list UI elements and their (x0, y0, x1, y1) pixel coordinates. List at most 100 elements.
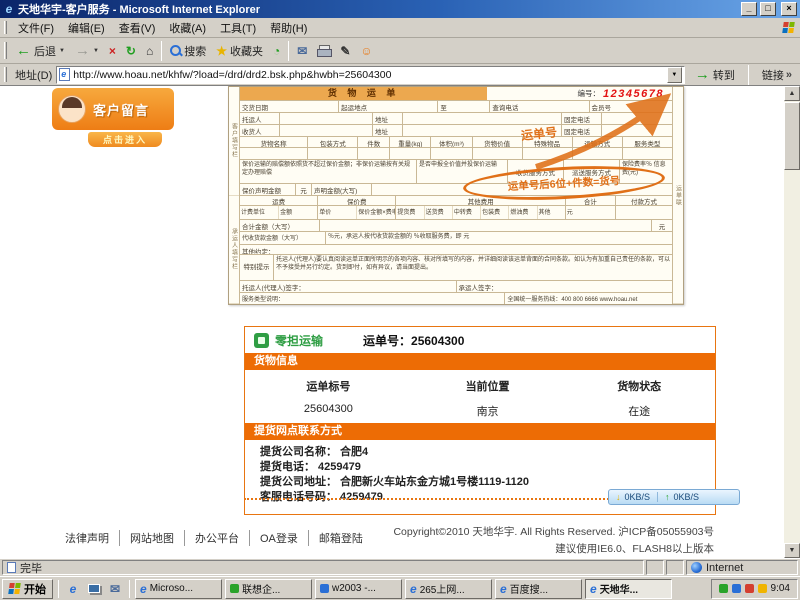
search-button[interactable]: 搜索 (165, 40, 211, 62)
waybill-cell: 固定电话 (562, 113, 602, 124)
menu-item-edit[interactable]: 编辑(E) (61, 18, 112, 38)
waybill-row: 合计金额（大写） 元 (240, 219, 672, 231)
waybill-row: 货物名称 包装方式 件数 重量(kg) 体积(m³) 货物价值 特殊物品 运输方… (240, 136, 672, 147)
task-button-265[interactable]: e 265上网... (405, 579, 492, 599)
links-band[interactable]: 链接 » (756, 67, 798, 83)
task-label: Microso... (150, 583, 193, 594)
menu-item-file[interactable]: 文件(F) (11, 18, 61, 38)
favorites-label: 收藏夹 (230, 43, 263, 59)
quicklaunch-show-desktop-icon[interactable] (85, 580, 103, 598)
toolbar-grip[interactable] (4, 42, 7, 60)
waybill-side-label: 运单联 (673, 87, 683, 304)
go-button[interactable]: → 转到 (689, 67, 741, 83)
menu-item-favorites[interactable]: 收藏(A) (162, 18, 213, 38)
task-label: w2003 -... (332, 583, 376, 594)
waybill-cell-empty (602, 125, 672, 136)
waybill-cell: 服务类型 (623, 137, 672, 147)
quicklaunch-mail-icon[interactable]: ✉ (106, 580, 124, 598)
waybill-cell-empty (602, 113, 672, 124)
messenger-button[interactable]: ☺ (355, 40, 377, 62)
waybill-cell: 派送服务方式 (564, 160, 620, 183)
favorites-button[interactable]: ★ 收藏夹 (211, 40, 268, 62)
menubar-grip[interactable] (4, 21, 7, 34)
waybill-row: 托运人(代理人)签字： 承运人签字： (240, 280, 672, 292)
desktop-icon (88, 584, 100, 593)
waybill-subcell: 单价 (318, 206, 357, 219)
addressbar-separator (748, 65, 749, 85)
status-text: 完毕 (20, 560, 42, 576)
minimize-button[interactable]: _ (741, 2, 757, 16)
waybill-row: 服务类型说明： 全国统一服务热线：400 800 6666 www.hoau.n… (240, 292, 672, 304)
banner-title: 客户留言 (93, 100, 149, 119)
tray-icon-1[interactable] (719, 584, 728, 593)
stop-icon: × (109, 45, 116, 57)
history-button[interactable]: ◔ (268, 40, 285, 62)
maximize-button[interactable]: □ (760, 2, 776, 16)
col-header-waybill: 运单标号 (245, 378, 412, 394)
banner-image[interactable]: 客户留言 (52, 88, 174, 130)
addressbar-grip[interactable] (4, 67, 7, 82)
waybill-cell: 合计金额（大写） (240, 220, 320, 231)
home-button[interactable]: ⌂ (141, 40, 158, 62)
address-input[interactable]: ▼ (56, 66, 685, 84)
customer-message-banner[interactable]: 客户留言 点击进入 (52, 88, 174, 147)
tray-icon-2[interactable] (732, 584, 741, 593)
start-button[interactable]: 开始 (2, 579, 53, 599)
menu-item-view[interactable]: 查看(V) (112, 18, 163, 38)
task-button-baidu[interactable]: e 百度搜... (495, 579, 582, 599)
stop-button[interactable]: × (104, 40, 121, 62)
scroll-down-button[interactable]: ▼ (784, 543, 800, 558)
url-field[interactable] (73, 67, 664, 83)
tray-icon-3[interactable] (745, 584, 754, 593)
task-button-tiandi-active[interactable]: e 天地华... (585, 579, 672, 599)
waybill-cell: 特殊物品 (523, 137, 573, 147)
print-icon (317, 45, 330, 56)
detail-company-address: 提货公司地址： 合肥新火车站东金方城1号楼1119-1120 (260, 475, 700, 490)
waybill-fee-column: 合计 元 (566, 196, 616, 219)
back-button[interactable]: ← 后退 ▼ (11, 40, 70, 62)
mail-button[interactable]: ✉ (292, 40, 312, 62)
waybill-cell: 会员号 (590, 101, 672, 112)
waybill-subrow (616, 206, 672, 219)
forward-button[interactable]: → ▼ (70, 40, 104, 62)
home-icon: ⌂ (146, 45, 153, 57)
back-dropdown-icon[interactable]: ▼ (59, 48, 65, 54)
close-button[interactable]: × (781, 2, 797, 16)
window-titlebar[interactable]: e 天地华宇-客户服务 - Microsoft Internet Explore… (0, 0, 800, 18)
scroll-up-button[interactable]: ▲ (784, 86, 800, 101)
waybill-cell: 查询电话 (490, 101, 589, 112)
scroll-thumb[interactable] (784, 102, 800, 170)
tracking-waybill-number: 运单号：25604300 (363, 332, 464, 349)
task-button-microsoft[interactable]: e Microso... (135, 579, 222, 599)
favorites-icon: ★ (216, 45, 227, 57)
forward-dropdown-icon[interactable]: ▼ (93, 48, 99, 54)
waybill-cell: 服务类型说明： (240, 293, 505, 304)
vertical-scrollbar[interactable]: ▲ ▼ (784, 86, 800, 558)
address-dropdown-button[interactable]: ▼ (667, 67, 682, 83)
menu-item-help[interactable]: 帮助(H) (263, 18, 314, 38)
waybill-row: 保价运输的赔偿额依照货不超过保价金额；非保价运输按有关规定办理赔偿 是否申报全价… (240, 159, 672, 183)
speed-indicator[interactable]: ↓ 0KB/S ↑ 0KB/S (608, 489, 740, 505)
waybill-cell: ％元，承运人按代收货款金额的 ％收取服务费，即 元 (326, 232, 672, 244)
footer-link-mail-login[interactable]: 邮箱登陆 (309, 530, 373, 546)
menu-item-tools[interactable]: 工具(T) (213, 18, 263, 38)
task-button-w2003[interactable]: w2003 -... (315, 579, 402, 599)
edit-button[interactable]: ✎ (335, 40, 355, 62)
waybill-cell: 元 (652, 220, 672, 231)
banner-enter-button[interactable]: 点击进入 (88, 132, 162, 147)
waybill-cell: 包装方式 (308, 137, 358, 147)
footer-link-sitemap[interactable]: 网站地图 (120, 530, 185, 546)
footer-link-oa-login[interactable]: OA登录 (250, 530, 309, 546)
quicklaunch-ie-icon[interactable]: e (64, 580, 82, 598)
task-button-lenovo[interactable]: 联想企... (225, 579, 312, 599)
waybill-cell: 保价声明金额 (240, 184, 296, 195)
refresh-button[interactable]: ↻ (121, 40, 141, 62)
print-button[interactable] (312, 40, 335, 62)
waybill-cell: 运输方式 (573, 137, 623, 147)
status-cell-zone: Internet (686, 560, 798, 575)
footer-link-legal[interactable]: 法律声明 (55, 530, 120, 546)
footer-link-office[interactable]: 办公平台 (185, 530, 250, 546)
waybill-row: 保价声明金额 元 声明金额(大写) (240, 183, 672, 195)
waybill-cell: 起运地点 (339, 101, 438, 112)
tray-icon-4[interactable] (758, 584, 767, 593)
